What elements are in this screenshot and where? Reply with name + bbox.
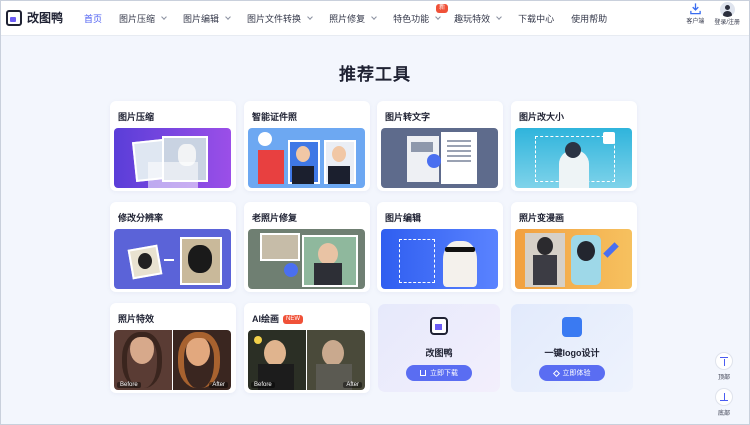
before-label: Before: [117, 382, 141, 388]
card-title: 照片变漫画: [519, 213, 565, 223]
tool-card-photo-to-cartoon[interactable]: 照片变漫画: [511, 202, 637, 292]
download-icon: [690, 3, 701, 15]
card-title: 图片转文字: [385, 112, 431, 122]
try-now-button[interactable]: 立即体验: [539, 365, 605, 381]
nav-photo-repair-label: 照片修复: [329, 13, 366, 24]
logo-design-icon: [562, 317, 582, 337]
before-label: Before: [251, 382, 275, 388]
nav-special-features[interactable]: 特色功能新: [393, 0, 449, 36]
promo-title: 一键logo设计: [544, 348, 600, 358]
login-label: 登录/注册: [714, 20, 740, 26]
card-title-text: AI绘画: [252, 314, 280, 324]
card-image: [248, 128, 365, 188]
card-title: 修改分辨率: [118, 213, 164, 223]
promo-app-download: 改图鸭 立即下载: [378, 304, 500, 392]
button-label: 立即下载: [430, 370, 458, 377]
brand-logo[interactable]: 改图鸭: [6, 9, 63, 26]
new-badge: NEW: [283, 315, 304, 324]
card-title: 照片特效: [118, 314, 155, 324]
nav-fun-effects-label: 趣玩特效: [454, 13, 491, 24]
tool-card-image-compress[interactable]: 图片压缩: [110, 101, 236, 191]
chevron-down-icon: [225, 13, 231, 20]
nav-download-center-label: 下载中心: [518, 13, 555, 24]
card-title: 智能证件照: [252, 112, 298, 122]
tool-card-image-edit[interactable]: 图片编辑: [377, 202, 503, 292]
card-image: [248, 229, 365, 289]
card-title: 图片压缩: [118, 112, 155, 122]
new-badge: 新: [436, 4, 449, 13]
nav-file-convert-label: 图片文件转换: [247, 13, 302, 24]
arrow-down-icon: [715, 388, 733, 406]
card-image: [381, 128, 498, 188]
nav-home-label: 首页: [84, 13, 103, 24]
header-actions: 客户端 登录/注册: [676, 2, 740, 26]
bottom-label: 底部: [717, 411, 730, 417]
card-image: Before After: [114, 330, 231, 390]
chevron-down-icon: [435, 13, 441, 20]
chevron-down-icon: [307, 13, 313, 20]
promo-title: 改图鸭: [425, 348, 453, 358]
tool-card-old-photo-repair[interactable]: 老照片修复: [244, 202, 370, 292]
nav-file-convert[interactable]: 图片文件转换: [247, 0, 313, 36]
main-nav: 首页 图片压缩 图片编辑 图片文件转换 照片修复 特色功能新 趣玩特效 下载中心…: [84, 0, 607, 36]
nav-image-edit[interactable]: 图片编辑: [183, 0, 231, 36]
client-label: 客户端: [686, 19, 705, 25]
top-label: 顶部: [717, 375, 730, 381]
card-title: AI绘画 NEW: [252, 312, 304, 325]
nav-home[interactable]: 首页: [84, 0, 102, 36]
tool-card-ai-painting[interactable]: AI绘画 NEW Before After: [244, 303, 370, 393]
tool-card-photo-effects[interactable]: 照片特效 Before After: [110, 303, 236, 393]
top-navbar: 改图鸭 首页 图片压缩 图片编辑 图片文件转换 照片修复 特色功能新 趣玩特效 …: [0, 0, 750, 36]
nav-special-features-label: 特色功能: [393, 13, 430, 24]
avatar: [719, 2, 735, 17]
button-label: 立即体验: [562, 370, 591, 377]
card-image: [381, 229, 498, 289]
card-image: [114, 128, 231, 188]
pen-icon: [552, 369, 560, 377]
nav-photo-repair[interactable]: 照片修复: [329, 0, 377, 36]
card-title: 图片编辑: [385, 213, 422, 223]
go-to-bottom-button[interactable]: 底部: [713, 388, 735, 417]
nav-fun-effects[interactable]: 趣玩特效: [454, 0, 502, 36]
card-image: [515, 229, 632, 289]
card-image: [114, 229, 231, 289]
card-image: [515, 128, 632, 188]
chevron-down-icon: [161, 13, 167, 20]
logo-icon: [6, 9, 22, 26]
nav-help-label: 使用帮助: [571, 13, 608, 24]
app-logo-icon: [430, 317, 448, 335]
after-label: After: [209, 382, 228, 388]
login-button[interactable]: 登录/注册: [714, 2, 740, 26]
nav-download-center[interactable]: 下载中心: [518, 0, 554, 36]
after-label: After: [343, 382, 362, 388]
back-to-top-button[interactable]: 顶部: [713, 352, 735, 381]
nav-help[interactable]: 使用帮助: [571, 0, 607, 36]
card-image: Before After: [248, 330, 365, 390]
arrow-up-icon: [715, 352, 733, 370]
client-download-button[interactable]: 客户端: [686, 2, 704, 25]
tool-card-id-photo[interactable]: 智能证件照: [244, 101, 370, 191]
download-icon: [420, 370, 426, 376]
card-title: 老照片修复: [252, 213, 298, 223]
brand-name: 改图鸭: [27, 11, 64, 25]
page-title: 推荐工具: [339, 65, 411, 84]
chevron-down-icon: [496, 13, 502, 20]
nav-image-edit-label: 图片编辑: [183, 13, 220, 24]
chevron-down-icon: [371, 13, 377, 20]
promo-logo-design: 一键logo设计 立即体验: [511, 304, 633, 392]
nav-image-compress-label: 图片压缩: [119, 13, 156, 24]
tool-card-image-to-text[interactable]: 图片转文字: [377, 101, 503, 191]
tool-card-resize[interactable]: 图片改大小: [511, 101, 637, 191]
nav-image-compress[interactable]: 图片压缩: [119, 0, 167, 36]
card-title: 图片改大小: [519, 112, 565, 122]
tool-card-resolution[interactable]: 修改分辨率: [110, 202, 236, 292]
download-now-button[interactable]: 立即下载: [406, 365, 472, 381]
